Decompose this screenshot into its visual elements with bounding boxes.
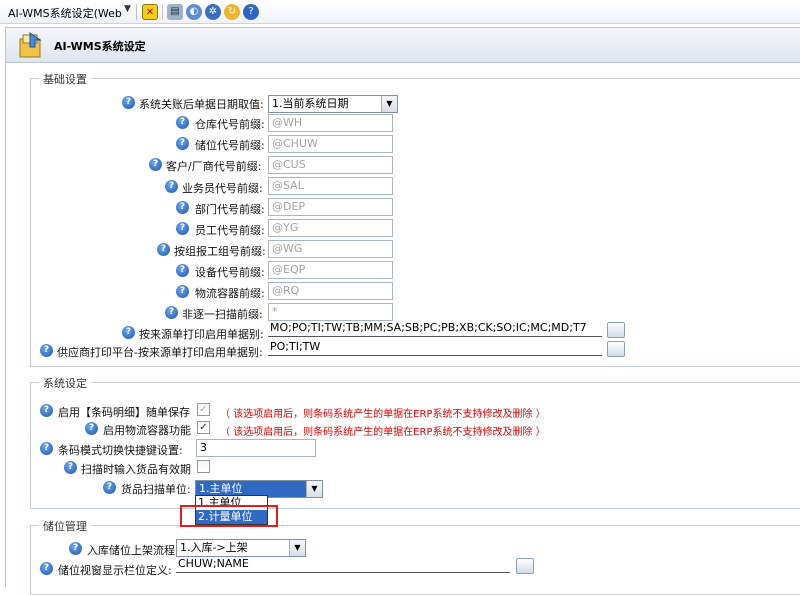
tab-title[interactable]: AI-WMS系统设定(Web [8,5,122,21]
chevron-down-icon[interactable]: ▼ [124,4,131,14]
expiry-label: 扫描时输入货品有效期 [81,463,191,476]
supplier-print-input[interactable]: PO;TI;TW [268,340,602,356]
help-icon[interactable]: ? [176,264,189,277]
lookup-button[interactable] [516,558,534,574]
help-icon[interactable]: ? [122,326,135,339]
refresh-icon[interactable]: ↻ [224,4,240,20]
help-icon[interactable]: ? [165,306,178,319]
left-border [5,63,6,587]
customer-prefix-input[interactable]: @CUS [268,156,393,174]
help-icon[interactable]: ? [40,344,53,357]
hotkey-input[interactable]: 3 [196,439,316,457]
basic-settings-legend: 基础设置 [39,71,91,87]
location-legend: 储位管理 [39,518,91,534]
chevron-down-icon[interactable]: ▼ [306,481,322,497]
supplier-print-label: 供应商打印平台-按来源单打印启用单据别: [57,346,263,359]
department-prefix-label: 部门代号前缀: [195,203,265,216]
close-date-label: 系统关账后单据日期取值: [139,98,264,111]
location-columns-input[interactable]: CHUW;NAME [176,557,510,573]
help-icon[interactable]: ? [149,158,162,171]
page-header: AI-WMS系统设定 [5,27,800,63]
barcode-detail-label: 启用【条码明细】随单保存 [58,406,190,419]
help-icon[interactable]: ? [40,442,53,455]
source-print-input[interactable]: MO;PO;TI;TW;TB;MM;SA;SB;PC;PB;XB;CK;SO;I… [268,321,602,337]
workgroup-prefix-label: 按组报工组号前缀: [174,245,266,258]
employee-prefix-label: 员工代号前缀: [195,224,265,237]
hotkey-label: 条码模式切换快捷键设置: [58,444,183,457]
container-checkbox[interactable]: ✓ [197,421,210,434]
container-prefix-input[interactable]: @RQ [268,282,393,300]
page-title: AI-WMS系统设定 [54,40,146,53]
location-prefix-input[interactable]: @CHUW [268,135,393,153]
toolbar-separator [162,4,163,20]
help-icon[interactable]: ? [243,4,259,20]
help-icon[interactable]: ? [64,461,77,474]
warehouse-prefix-label: 仓库代号前缀: [195,118,265,131]
location-prefix-label: 储位代号前缀: [195,139,265,152]
settings-logo-icon [19,32,42,58]
close-date-select[interactable]: 1.当前系统日期 ▼ [268,95,398,113]
putaway-flow-select[interactable]: 1.入库->上架 ▼ [176,539,306,557]
barcode-detail-checkbox[interactable]: ✓ [197,403,210,416]
lookup-button[interactable] [607,341,625,357]
customer-prefix-label: 客户/厂商代号前缀: [166,160,262,173]
expiry-checkbox[interactable] [197,460,210,473]
help-icon[interactable]: ? [40,404,53,417]
non-serial-prefix-label: 非逐一扫描前缀: [182,308,263,321]
source-print-label: 按来源单打印启用单据别: [139,328,264,341]
system-settings-legend: 系统设定 [39,375,91,391]
warehouse-prefix-input[interactable]: @WH [268,114,393,132]
help-icon[interactable]: ? [157,243,170,256]
lookup-button[interactable] [607,322,625,338]
scan-unit-label: 货品扫描单位: [121,483,191,496]
equipment-prefix-label: 设备代号前缀: [195,266,265,279]
gear-icon[interactable]: ✲ [205,4,221,20]
salesman-prefix-label: 业务员代号前缀: [182,182,263,195]
help-icon[interactable]: ? [40,562,53,575]
barcode-detail-note: （ 该选项启用后，则条码系统产生的单据在ERP系统不支持修改及删除 ） [220,409,546,420]
help-icon[interactable]: ? [176,285,189,298]
help-icon[interactable]: ? [165,180,178,193]
non-serial-prefix-input[interactable]: * [268,303,393,321]
copy-icon[interactable]: ▤ [167,4,183,20]
close-date-value: 1.当前系统日期 [272,97,349,110]
highlight-box [180,505,278,527]
help-icon[interactable]: ? [122,96,135,109]
chevron-down-icon[interactable]: ▼ [381,96,397,112]
workgroup-prefix-input[interactable]: @WG [268,240,393,258]
help-icon[interactable]: ? [176,116,189,129]
help-icon[interactable]: ? [85,422,98,435]
chevron-down-icon[interactable]: ▼ [289,540,305,556]
help-icon[interactable]: ? [103,481,116,494]
help-icon[interactable]: ? [69,542,82,555]
equipment-prefix-input[interactable]: @EQP [268,261,393,279]
employee-prefix-input[interactable]: @YG [268,219,393,237]
picture-icon[interactable]: ◐ [186,4,202,20]
department-prefix-input[interactable]: @DEP [268,198,393,216]
container-note: （ 该选项启用后，则条码系统产生的单据在ERP系统不支持修改及删除 ） [220,427,546,438]
salesman-prefix-input[interactable]: @SAL [268,177,393,195]
toolbar-separator [136,4,137,20]
help-icon[interactable]: ? [176,201,189,214]
container-label: 启用物流容器功能 [103,424,191,437]
scan-unit-value: 1.主单位 [199,482,243,495]
container-prefix-label: 物流容器前缀: [195,287,265,300]
toolbar: AI-WMS系统设定(Web ▼ ✕ ▤ ◐ ✲ ↻ ? [0,0,800,24]
help-icon[interactable]: ? [176,137,189,150]
location-columns-label: 储位视窗显示栏位定义: [58,564,172,577]
putaway-flow-value: 1.入库->上架 [180,541,248,554]
exit-icon[interactable]: ✕ [142,4,158,20]
help-icon[interactable]: ? [176,222,189,235]
putaway-flow-label: 入库储位上架流程 [87,544,175,557]
